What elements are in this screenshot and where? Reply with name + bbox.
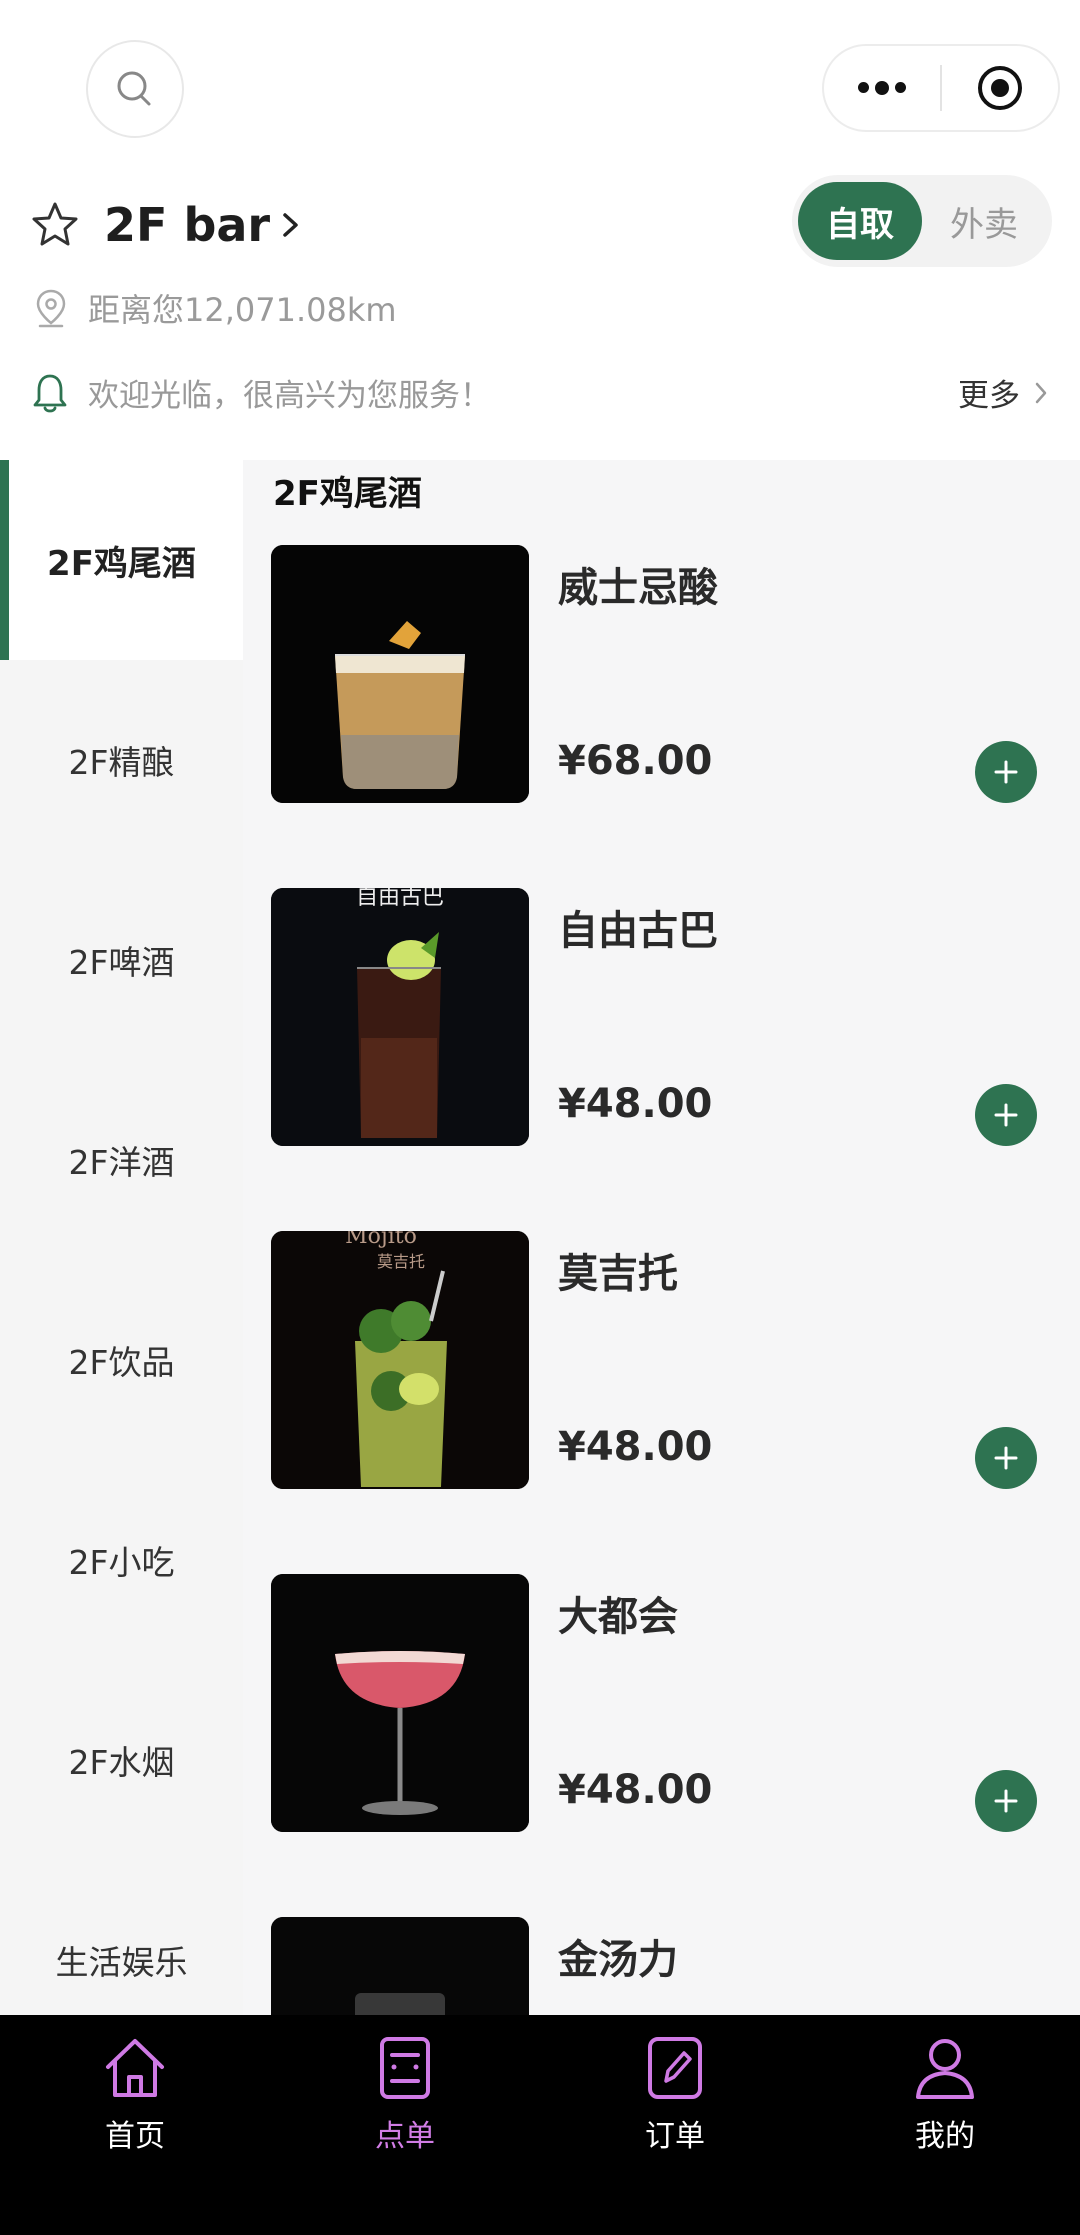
star-icon[interactable] <box>30 200 80 250</box>
store-name[interactable]: 2F bar <box>104 198 270 252</box>
add-to-cart-button[interactable] <box>975 1770 1037 1832</box>
target-circle-icon <box>977 66 1022 110</box>
tab-order[interactable]: 点单 <box>270 2015 540 2175</box>
edit-order-icon <box>648 2037 702 2099</box>
distance-text: 距离您12,071.08km <box>88 291 397 329</box>
bell-icon <box>33 374 67 412</box>
product-price: ¥48.00 <box>558 1424 713 1470</box>
store-header: 2F bar 自取 外卖 距离您12,071.08km 欢迎光临，很高兴为您服务… <box>0 175 1080 460</box>
home-icon <box>106 2039 164 2097</box>
list-item[interactable]: Mojito 莫吉托 莫吉托 ¥48.00 <box>243 1231 1080 1491</box>
product-list: 2F鸡尾酒 威士忌酸 ¥68.00 自由古巴 自由古巴 ¥48.00 Mojit… <box>243 460 1080 2015</box>
search-button[interactable] <box>86 40 184 138</box>
add-to-cart-button[interactable] <box>975 1084 1037 1146</box>
product-name[interactable]: 金汤力 <box>558 1927 678 1985</box>
order-menu-icon <box>380 2037 430 2099</box>
tab-profile[interactable]: 我的 <box>810 2015 1080 2175</box>
category-hookah[interactable]: 2F水烟 <box>0 1660 243 1860</box>
product-name[interactable]: 莫吉托 <box>558 1241 678 1299</box>
distance-row: 距离您12,071.08km <box>34 285 397 331</box>
category-snacks[interactable]: 2F小吃 <box>0 1460 243 1660</box>
plus-icon <box>994 1103 1018 1127</box>
list-item[interactable]: 金汤力 <box>243 1917 1080 2015</box>
product-image[interactable] <box>271 545 529 803</box>
product-image[interactable] <box>271 1574 529 1832</box>
product-price: ¥48.00 <box>558 1767 713 1813</box>
delivery-tab[interactable]: 外卖 <box>922 182 1046 260</box>
product-name[interactable]: 威士忌酸 <box>558 555 718 613</box>
section-title: 2F鸡尾酒 <box>273 474 422 514</box>
plus-icon <box>994 1789 1018 1813</box>
location-pin-icon <box>36 289 66 328</box>
product-name[interactable]: 大都会 <box>558 1584 678 1642</box>
product-price: ¥68.00 <box>558 738 713 784</box>
close-button[interactable] <box>942 46 1058 130</box>
tab-label: 订单 <box>645 2119 705 2154</box>
list-item[interactable]: 自由古巴 自由古巴 ¥48.00 <box>243 888 1080 1148</box>
notice-row: 欢迎光临，很高兴为您服务！ 更多 <box>32 370 1048 415</box>
product-image[interactable]: 自由古巴 <box>271 888 529 1146</box>
pickup-tab[interactable]: 自取 <box>798 182 922 260</box>
tab-label: 点单 <box>375 2119 435 2154</box>
pickup-delivery-toggle: 自取 外卖 <box>792 175 1052 267</box>
product-image[interactable]: Mojito 莫吉托 <box>271 1231 529 1489</box>
list-item[interactable]: 大都会 ¥48.00 <box>243 1574 1080 1834</box>
category-cocktails[interactable]: 2F鸡尾酒 <box>0 460 243 660</box>
more-label: 更多 <box>958 378 1020 414</box>
notice-text: 欢迎光临，很高兴为您服务！ <box>88 378 491 414</box>
tab-orders[interactable]: 订单 <box>540 2015 810 2175</box>
plus-icon <box>994 1446 1018 1470</box>
search-icon <box>117 71 151 106</box>
product-image-subcaption: 莫吉托 <box>377 1252 425 1271</box>
product-image[interactable] <box>271 1917 529 2015</box>
mini-program-capsule <box>822 44 1060 132</box>
chevron-right-icon <box>1035 382 1047 403</box>
store-title-row[interactable]: 2F bar <box>30 185 302 265</box>
tab-label: 我的 <box>915 2119 975 2154</box>
tab-label: 首页 <box>105 2119 165 2154</box>
more-link[interactable]: 更多 <box>958 370 1048 415</box>
more-dots-icon <box>858 80 906 95</box>
list-item[interactable]: 威士忌酸 ¥68.00 <box>243 545 1080 805</box>
product-name[interactable]: 自由古巴 <box>558 898 718 956</box>
category-spirits[interactable]: 2F洋酒 <box>0 1060 243 1260</box>
bottom-tab-bar: 首页 点单 订单 我的 <box>0 2015 1080 2235</box>
add-to-cart-button[interactable] <box>975 1427 1037 1489</box>
category-sidebar: 2F鸡尾酒 2F精酿 2F啤酒 2F洋酒 2F饮品 2F小吃 2F水烟 生活娱乐 <box>0 460 243 2015</box>
category-drinks[interactable]: 2F饮品 <box>0 1260 243 1460</box>
product-image-caption: Mojito <box>345 1231 417 1249</box>
category-craft-beer[interactable]: 2F精酿 <box>0 660 243 860</box>
top-bar <box>0 0 1080 175</box>
add-to-cart-button[interactable] <box>975 741 1037 803</box>
profile-icon <box>916 2039 974 2099</box>
plus-icon <box>994 760 1018 784</box>
category-entertainment[interactable]: 生活娱乐 <box>0 1860 243 2015</box>
chevron-right-icon <box>280 210 302 240</box>
product-image-caption: 自由古巴 <box>356 888 444 910</box>
category-beer[interactable]: 2F啤酒 <box>0 860 243 1060</box>
tab-home[interactable]: 首页 <box>0 2015 270 2175</box>
product-price: ¥48.00 <box>558 1081 713 1127</box>
more-menu-button[interactable] <box>824 46 940 130</box>
